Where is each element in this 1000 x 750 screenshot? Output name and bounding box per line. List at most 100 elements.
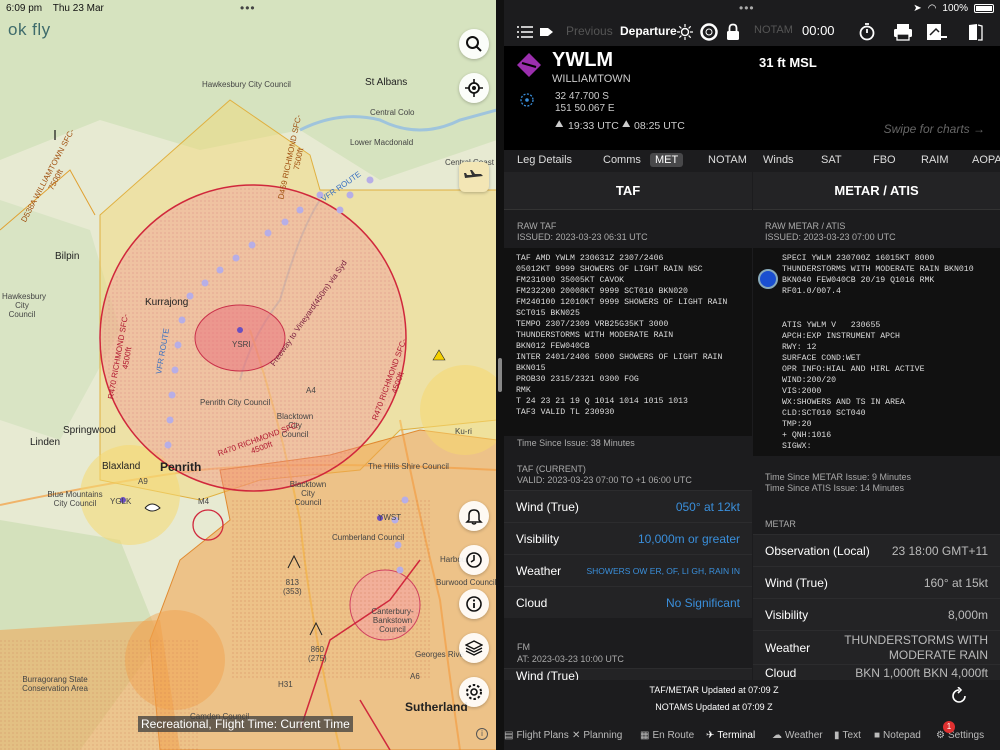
row-value: No Significant: [665, 595, 740, 610]
metar-cloud-row[interactable]: Cloud BKN 1,000ft BKN 4,000ft: [753, 664, 1000, 680]
tab-sat[interactable]: SAT: [816, 153, 847, 167]
label-bilpin: Bilpin: [55, 251, 80, 262]
split-divider[interactable]: [496, 0, 504, 750]
aircraft-button[interactable]: [459, 162, 489, 192]
metar-wind-row[interactable]: Wind (True) 160° at 15kt: [753, 566, 1000, 598]
row-label: Observation (Local): [765, 543, 870, 558]
nav-notepad[interactable]: ■ Notepad: [874, 730, 921, 741]
timer-display[interactable]: 00:00: [802, 23, 835, 38]
label-hawkesbury: Hawkesbury City Council: [202, 80, 291, 89]
emergency-button[interactable]: [698, 21, 720, 43]
taf-cloud-row[interactable]: Cloud No Significant: [504, 586, 752, 618]
metar-issued: ISSUED: 2023-03-23 07:00 UTC: [765, 232, 896, 242]
airport-header[interactable]: YWLM WILLIAMTOWN 31 ft MSL 32 47.700 S 1…: [504, 46, 1000, 150]
label-m4: M4: [198, 497, 210, 506]
airport-lat: 32 47.700 S: [555, 91, 609, 102]
stopwatch-icon: [859, 23, 875, 41]
settings-gear-icon: ⚙ 1: [936, 721, 955, 741]
settings-map-button[interactable]: [459, 677, 489, 707]
row-value: BKN 1,000ft BKN 4,000ft: [855, 665, 988, 680]
fm-title: FM: [517, 642, 530, 652]
label-a6: A6: [410, 672, 420, 681]
map-icon: ▦: [640, 730, 650, 741]
logbook-button[interactable]: [926, 21, 948, 43]
taf-issued: ISSUED: 2023-03-23 06:31 UTC: [517, 232, 648, 242]
nav-terminal[interactable]: ✈ Terminal: [706, 730, 755, 741]
bell-icon: [465, 509, 483, 525]
status-bar-right: ➤ ◠ 100%: [913, 3, 994, 14]
tab-fbo[interactable]: FBO: [868, 153, 901, 167]
raw-taf-text: TAF AMD YWLM 230631Z 2307/2406 05012KT 9…: [504, 248, 752, 436]
metar-weather-row[interactable]: Weather THUNDERSTORMS WITH MODERATE RAIN: [753, 630, 1000, 664]
divider-grip[interactable]: [498, 358, 502, 392]
time-button[interactable]: [459, 545, 489, 575]
notepad-icon: ■: [874, 730, 881, 741]
tab-raim[interactable]: RAIM: [916, 153, 954, 167]
nav-weather[interactable]: ☁ Weather: [772, 730, 823, 741]
info-button[interactable]: [459, 589, 489, 619]
departure-button[interactable]: Departure: [620, 24, 677, 38]
print-button[interactable]: [892, 21, 914, 43]
nav-planning[interactable]: ✕ Planning: [572, 730, 622, 741]
airport-lon: 151 50.067 E: [555, 103, 615, 114]
taf-since-issue: Time Since Issue: 38 Minutes: [517, 438, 635, 448]
nav-flight-plans[interactable]: ▤ Flight Plans: [504, 730, 569, 741]
lock-button[interactable]: [722, 21, 744, 43]
book-icon: [969, 24, 983, 41]
refresh-icon[interactable]: [950, 687, 968, 705]
nav-settings[interactable]: ⚙ 1 Settings: [936, 721, 984, 741]
tab-met[interactable]: MET: [650, 153, 684, 167]
label-st-albans: St Albans: [365, 77, 408, 88]
flight-panel: ••• ➤ ◠ 100% Previous Departure NOTAM 00…: [504, 0, 1000, 750]
documents-button[interactable]: [964, 21, 986, 43]
airport-icon: [517, 53, 541, 77]
settings-badge: 1: [943, 721, 955, 733]
route-button[interactable]: [536, 21, 558, 43]
nav-text[interactable]: ▮ Text: [834, 730, 861, 741]
nav-label: En Route: [652, 730, 695, 741]
nav-label: Flight Plans: [516, 730, 569, 741]
fm-wind-row[interactable]: Wind (True): [504, 668, 752, 680]
taf-visibility-row[interactable]: Visibility 10,000m or greater: [504, 522, 752, 554]
locate-button[interactable]: [459, 73, 489, 103]
row-value: 160° at 15kt: [923, 575, 988, 590]
metar-status-dot: [758, 269, 778, 289]
tab-comms[interactable]: Comms: [598, 153, 646, 167]
map-view[interactable]: 6:09 pm Thu 23 Mar ••• ok fly Hawkesbury…: [0, 0, 497, 750]
daylight-button[interactable]: [674, 21, 696, 43]
alerts-button[interactable]: [459, 501, 489, 531]
multitask-dots-icon[interactable]: •••: [240, 1, 256, 15]
tab-aopa[interactable]: AOPA: [967, 153, 1000, 167]
nav-label: Weather: [785, 730, 823, 741]
multitask-dots-icon-right[interactable]: •••: [739, 1, 755, 15]
stopwatch-button[interactable]: [856, 21, 878, 43]
location-icon: ➤: [913, 3, 922, 14]
map-canvas[interactable]: [0, 0, 497, 750]
row-value: SHOWERS OW ER, OF, LI GH, RAIN IN: [586, 565, 741, 576]
attribution-info-icon[interactable]: i: [476, 728, 488, 740]
label-ywst: YWST: [378, 513, 402, 522]
notam-updated: NOTAMS Updated at 07:09 Z: [655, 702, 773, 712]
status-bar: 6:09 pm Thu 23 Mar: [6, 3, 112, 14]
list-button[interactable]: [514, 21, 536, 43]
nav-en-route[interactable]: ▦ En Route: [640, 730, 694, 741]
row-label: Wind (True): [516, 499, 579, 514]
taf-weather-row[interactable]: Weather SHOWERS OW ER, OF, LI GH, RAIN IN: [504, 554, 752, 586]
battery-percent: 100%: [942, 3, 968, 14]
planning-icon: ✕: [572, 730, 581, 741]
metar-observation-row[interactable]: Observation (Local) 23 18:00 GMT+11: [753, 534, 1000, 566]
label-springwood: Springwood: [63, 425, 116, 436]
search-button[interactable]: [459, 29, 489, 59]
label-penrith-cc: Penrith City Council: [200, 398, 271, 407]
notam-button[interactable]: NOTAM: [754, 24, 793, 36]
layers-button[interactable]: [459, 633, 489, 663]
taf-wind-row[interactable]: Wind (True) 050° at 12kt: [504, 490, 752, 522]
metar-visibility-row[interactable]: Visibility 8,000m: [753, 598, 1000, 630]
tab-notam[interactable]: NOTAM: [703, 153, 752, 167]
tab-winds[interactable]: Winds: [758, 153, 799, 167]
lifebuoy-icon: [700, 23, 718, 41]
swipe-hint: Swipe for charts →: [883, 122, 985, 136]
nav-label: Planning: [583, 730, 623, 741]
tab-leg-details[interactable]: Leg Details: [512, 153, 577, 167]
previous-button[interactable]: Previous: [566, 24, 613, 38]
